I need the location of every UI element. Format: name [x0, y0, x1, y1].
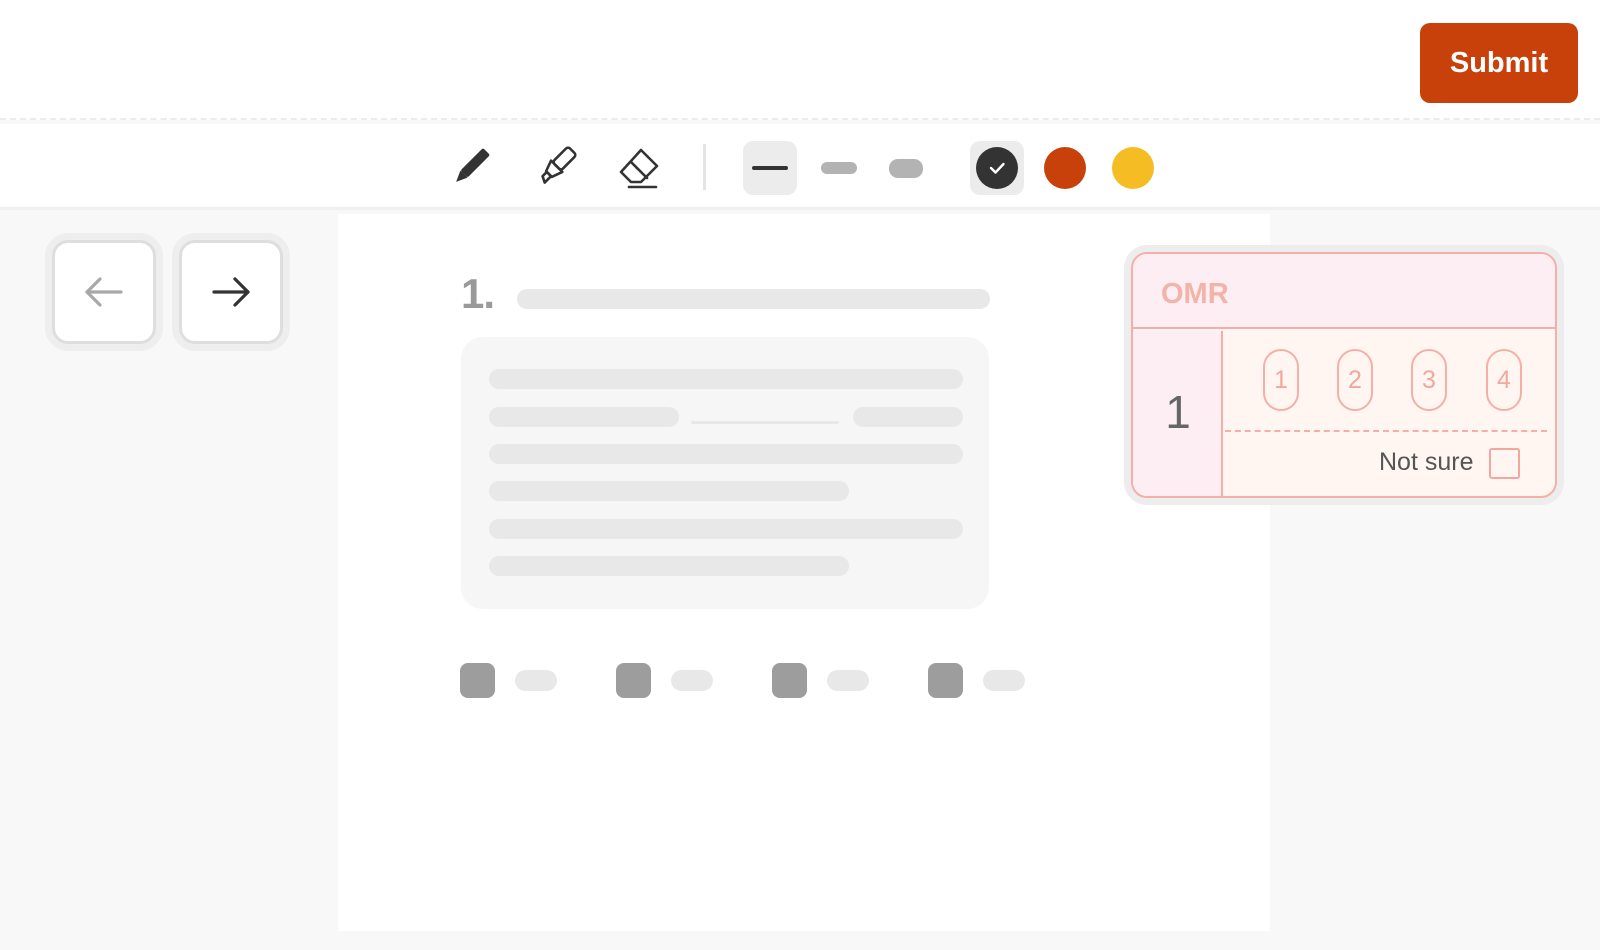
arrow-right-icon [212, 277, 250, 307]
thick-line-icon [889, 158, 923, 178]
medium-line-icon [821, 162, 857, 174]
color-orange-button[interactable] [1038, 141, 1092, 195]
thickness-thin-button[interactable] [743, 141, 797, 195]
question-number: 1. [461, 270, 495, 317]
pencil-tool-button[interactable] [447, 143, 495, 191]
not-sure-checkbox[interactable] [1489, 448, 1520, 479]
passage-line-placeholder [489, 481, 849, 501]
answer-option-1-checkbox[interactable] [460, 663, 495, 698]
passage-line-placeholder [489, 556, 849, 576]
color-swatch-dark [976, 147, 1018, 189]
answer-option-1-label-placeholder [515, 670, 557, 691]
omr-divider [1225, 430, 1547, 432]
omr-question-cell: 1 [1133, 331, 1223, 496]
omr-bubble-2[interactable]: 2 [1337, 349, 1373, 411]
previous-question-button[interactable] [52, 240, 156, 344]
thickness-thick-button[interactable] [879, 141, 933, 195]
answer-option-4-checkbox[interactable] [928, 663, 963, 698]
answer-option-2-checkbox[interactable] [616, 663, 651, 698]
answer-option-3-checkbox[interactable] [772, 663, 807, 698]
blank-underline [691, 421, 839, 424]
thickness-medium-button[interactable] [812, 141, 866, 195]
highlighter-icon [541, 146, 577, 184]
passage-line-placeholder [489, 407, 679, 427]
passage-line-placeholder [489, 519, 963, 539]
answer-option-3-label-placeholder [827, 670, 869, 691]
thin-line-icon [752, 166, 788, 170]
pencil-icon [456, 148, 490, 182]
omr-question-number: 1 [1165, 386, 1191, 438]
omr-bubble-1[interactable]: 1 [1263, 349, 1299, 411]
color-yellow-button[interactable] [1106, 141, 1160, 195]
arrow-left-icon [85, 277, 123, 307]
omr-answer-sheet: OMR 1 1 2 3 4 Not sure [1131, 252, 1557, 498]
toolbar-divider [703, 144, 706, 190]
next-question-button[interactable] [179, 240, 283, 344]
omr-bubble-3[interactable]: 3 [1411, 349, 1447, 411]
passage-line-placeholder [853, 407, 963, 427]
eraser-icon [619, 148, 659, 189]
top-bar: Submit [0, 0, 1600, 120]
passage-line-placeholder [489, 444, 963, 464]
answer-option-2-label-placeholder [671, 670, 713, 691]
submit-button[interactable]: Submit [1420, 23, 1578, 103]
not-sure-label: Not sure [1379, 448, 1474, 476]
omr-header: OMR [1133, 254, 1555, 329]
highlighter-tool-button[interactable] [532, 143, 580, 191]
checkmark-icon [989, 162, 1005, 174]
color-swatch-orange [1044, 147, 1086, 189]
color-swatch-yellow [1112, 147, 1154, 189]
omr-bubble-4[interactable]: 4 [1486, 349, 1522, 411]
eraser-tool-button[interactable] [615, 143, 663, 191]
color-dark-button[interactable] [970, 141, 1024, 195]
drawing-toolbar [0, 124, 1600, 210]
answer-option-4-label-placeholder [983, 670, 1025, 691]
passage-line-placeholder [489, 369, 963, 389]
omr-title: OMR [1161, 278, 1229, 310]
question-title-placeholder [517, 289, 990, 309]
